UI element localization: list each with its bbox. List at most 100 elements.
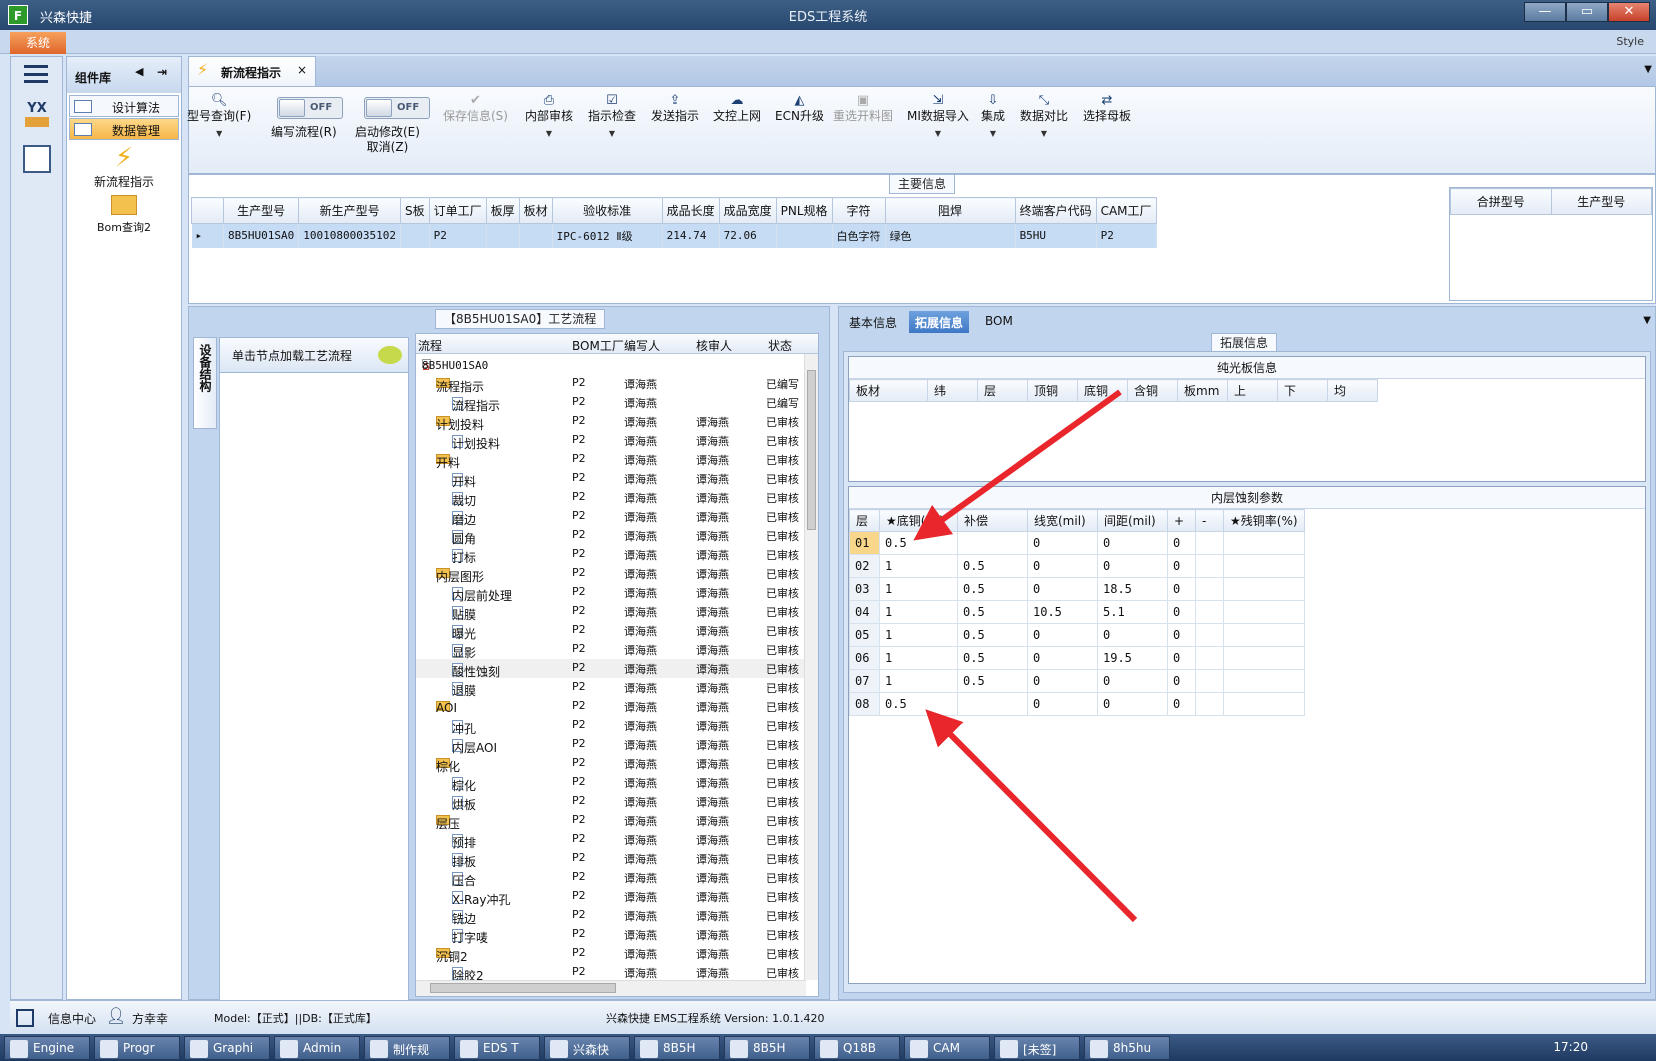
cell[interactable]: 0	[1027, 692, 1098, 716]
merge-model-table[interactable]: 合拼型号 生产型号	[1449, 187, 1653, 301]
start-modify-toggle[interactable]: OFF	[364, 97, 430, 119]
table-row[interactable]: 01 0.5 0 0 0	[849, 531, 1305, 555]
cell[interactable]: 1	[879, 669, 958, 693]
tree-group-node[interactable]: −流程指示P2谭海燕已编写	[416, 374, 806, 394]
save-info-button[interactable]: ✔ 保存信息(S)	[443, 93, 508, 124]
tree-leaf-node[interactable]: 冲孔 P2 谭海燕 谭海燕 已审核	[416, 716, 806, 736]
cell[interactable]: 0	[1167, 623, 1196, 647]
column-header[interactable]: 新生产型号	[298, 197, 401, 224]
tab-equipment-structure[interactable]: 设备结构	[193, 337, 217, 429]
cell[interactable]: 1	[879, 623, 958, 647]
cell[interactable]: 0	[1167, 646, 1196, 670]
taskbar-item[interactable]: 制作规	[364, 1036, 450, 1060]
cell[interactable]: 5.1	[1097, 600, 1168, 624]
inner-etch-table[interactable]: 层 ★底铜(oz) 补偿 线宽(mil) 间距(mil) + - ★残铜率(%)…	[849, 509, 1305, 716]
tree-group-node[interactable]: −开料P2谭海燕谭海燕已审核	[416, 450, 806, 470]
table-row[interactable]: 08 0.5 0 0 0	[849, 692, 1305, 716]
equipment-list[interactable]	[219, 373, 409, 1005]
cell[interactable]: B5HU	[1015, 223, 1097, 248]
cell[interactable]: 0	[1097, 623, 1168, 647]
cell[interactable]: 0	[1027, 669, 1098, 693]
column-header[interactable]: 下	[1277, 379, 1328, 402]
cell[interactable]	[1223, 577, 1305, 601]
cell[interactable]: 8B5HU01SA0	[223, 223, 300, 248]
cell[interactable]: 0.5	[879, 692, 958, 716]
mi-data-import-button[interactable]: ⇲ MI数据导入 ▼	[907, 93, 969, 141]
taskbar-item[interactable]: 8B5H	[634, 1036, 720, 1060]
column-header[interactable]: S板	[399, 197, 430, 224]
layer-cell[interactable]: 08	[849, 692, 880, 716]
tree-leaf-node[interactable]: 酸性蚀刻 P2 谭海燕 谭海燕 已审核	[416, 659, 806, 679]
tree-group-node[interactable]: −层压P2谭海燕谭海燕已审核	[416, 811, 806, 831]
vertical-scrollbar[interactable]	[804, 354, 818, 980]
tree-leaf-node[interactable]: 内层AOI P2 谭海燕 谭海燕 已审核	[416, 735, 806, 755]
cell[interactable]: 绿色	[885, 223, 1016, 248]
cell[interactable]	[1223, 531, 1305, 555]
table-row[interactable]: 03 1 0.5 0 18.5 0	[849, 577, 1305, 601]
column-header[interactable]: 间距(mil)	[1097, 509, 1168, 532]
taskbar-item[interactable]: Admin	[274, 1036, 360, 1060]
integrate-button[interactable]: ⇩ 集成 ▼	[981, 93, 1005, 141]
tree-root[interactable]: − ⌂ 8B5HU01SA0	[416, 355, 806, 374]
send-instruction-button[interactable]: ⇪ 发送指示	[651, 93, 699, 124]
cell[interactable]	[1195, 531, 1224, 555]
taskbar-item[interactable]: Graphi	[184, 1036, 270, 1060]
scroll-thumb[interactable]	[430, 983, 616, 993]
tree-leaf-node[interactable]: 烘板 P2 谭海燕 谭海燕 已审核	[416, 792, 806, 812]
tree-leaf-node[interactable]: 流程指示 P2 谭海燕 已编写	[416, 393, 806, 413]
taskbar-item[interactable]: 兴森快	[544, 1036, 630, 1060]
taskbar-item[interactable]: 8B5H	[724, 1036, 810, 1060]
cell[interactable]: 0	[1167, 577, 1196, 601]
taskbar-item[interactable]: [未签]	[994, 1036, 1080, 1060]
tile-new-flow-instruction[interactable]: ⚡ 新流程指示	[69, 143, 179, 190]
ecn-upgrade-button[interactable]: ◭ ECN升级	[775, 93, 824, 124]
tree-leaf-node[interactable]: 棕化 P2 谭海燕 谭海燕 已审核	[416, 773, 806, 793]
cell[interactable]: P2	[429, 223, 487, 248]
column-header[interactable]: 层	[977, 379, 1028, 402]
tree-group-node[interactable]: −AOIP2谭海燕谭海燕已审核	[416, 697, 806, 716]
cell[interactable]: 0	[1027, 554, 1098, 578]
cell[interactable]: 1	[879, 577, 958, 601]
taskbar-item[interactable]: Q18B	[814, 1036, 900, 1060]
cell[interactable]	[1195, 554, 1224, 578]
cell[interactable]	[1223, 646, 1305, 670]
column-header[interactable]: 订单工厂	[428, 197, 487, 224]
column-header[interactable]: 底铜	[1077, 379, 1128, 402]
cell[interactable]: 0.5	[957, 623, 1028, 647]
tab-list-chevron-icon[interactable]: ▼	[1643, 315, 1651, 326]
write-flow-toggle[interactable]: OFF	[277, 97, 343, 119]
collapse-left-icon[interactable]: ◀	[135, 65, 143, 78]
column-header[interactable]: 成品长度	[661, 197, 720, 224]
cell[interactable]: IPC-6012 Ⅱ级	[552, 223, 663, 248]
column-header[interactable]: 均	[1327, 379, 1378, 402]
tree-leaf-node[interactable]: 打标 P2 谭海燕 谭海燕 已审核	[416, 545, 806, 565]
column-header[interactable]: 字符	[831, 197, 886, 224]
main-info-table[interactable]: 生产型号 新生产型号 S板 订单工厂 板厚 板材 验收标准 成品长度 成品宽度 …	[191, 197, 1157, 248]
table-row[interactable]: ▸ 8B5HU01SA0 10010800035102 P2 IPC-6012 …	[191, 223, 1157, 248]
cell[interactable]: 19.5	[1097, 646, 1168, 670]
cell[interactable]: 0	[1097, 531, 1168, 555]
data-compare-button[interactable]: ⤡ 数据对比 ▼	[1020, 93, 1068, 141]
cell[interactable]: 0	[1097, 554, 1168, 578]
column-header[interactable]: 终端客户代码	[1014, 197, 1097, 224]
cell[interactable]: 0	[1027, 646, 1098, 670]
taskbar-item[interactable]: 8h5hu	[1084, 1036, 1170, 1060]
column-header[interactable]: -	[1195, 509, 1224, 532]
settings-panel-icon[interactable]	[23, 145, 51, 173]
scroll-thumb[interactable]	[807, 370, 816, 530]
cell[interactable]: 72.06	[719, 223, 777, 248]
tab-new-flow-instruction[interactable]: ⚡ 新流程指示 ×	[188, 56, 316, 86]
cell[interactable]: 0.5	[957, 646, 1028, 670]
cell[interactable]	[519, 223, 553, 248]
column-header[interactable]: 合拼型号	[1450, 188, 1552, 215]
plain-board-table[interactable]: 板材 纬 层 顶铜 底铜 含铜 板mm 上 下 均	[849, 379, 1378, 402]
cell[interactable]: 0.5	[957, 600, 1028, 624]
cell[interactable]	[1195, 692, 1224, 716]
cell[interactable]: 0	[1027, 531, 1098, 555]
table-row[interactable]: 04 1 0.5 10.5 5.1 0	[849, 600, 1305, 624]
column-header[interactable]: 生产型号	[1550, 188, 1652, 215]
system-menu[interactable]: 系统	[10, 32, 66, 54]
layer-cell[interactable]: 05	[849, 623, 880, 647]
column-header[interactable]: BOM工厂	[572, 337, 624, 354]
reselect-cut-drawing-button[interactable]: ▣ 重选开料图	[833, 93, 893, 124]
